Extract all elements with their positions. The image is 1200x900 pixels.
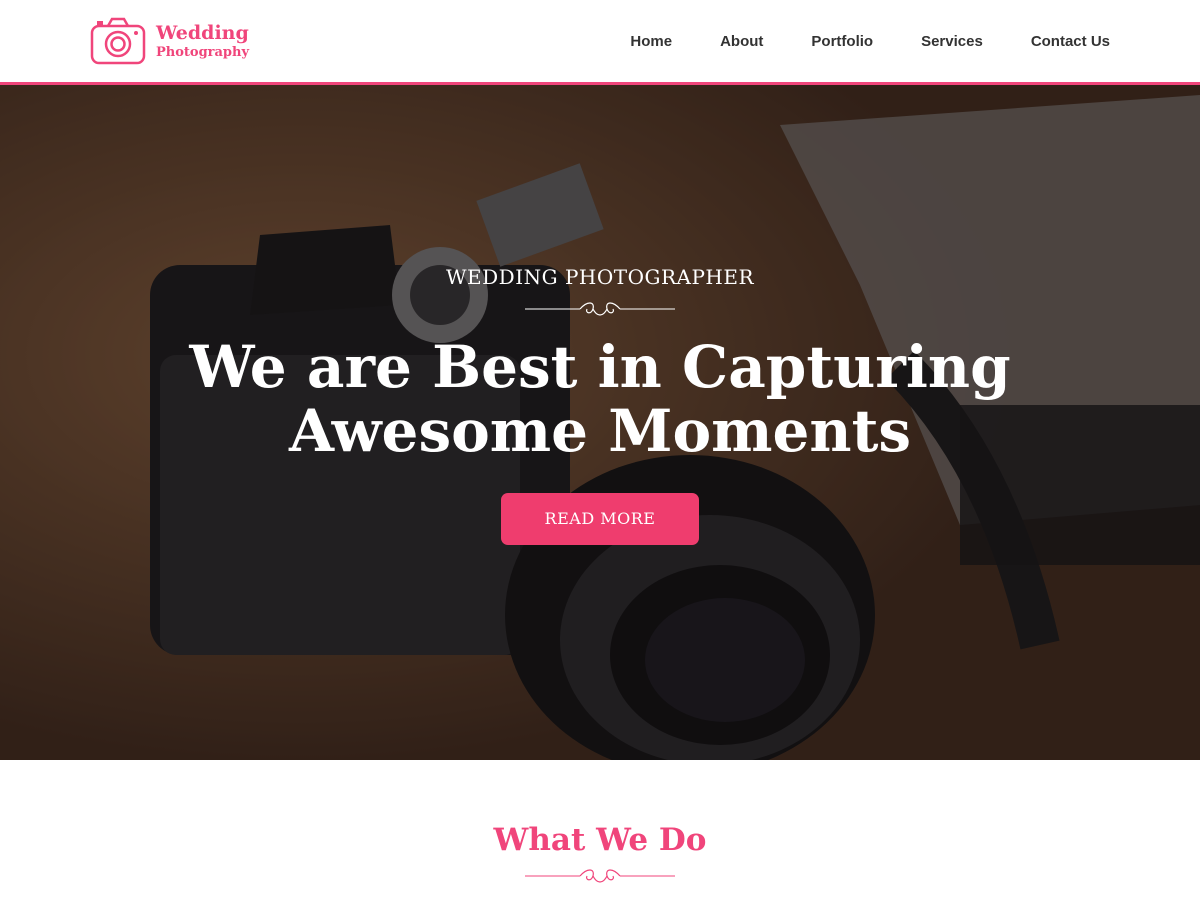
camera-icon: [90, 17, 146, 65]
hero-title: We are Best in Capturing Awesome Moments: [0, 335, 1200, 463]
hero-subtitle: WEDDING PHOTOGRAPHER: [445, 265, 755, 289]
site-header: Wedding Photography Home About Portfolio…: [0, 0, 1200, 85]
section-title: What We Do: [493, 822, 707, 858]
nav-about[interactable]: About: [720, 33, 763, 50]
hero-title-line2: Awesome Moments: [288, 397, 912, 465]
ornament-divider: [525, 302, 675, 316]
what-we-do-section: What We Do: [0, 760, 1200, 900]
logo-line1: Wedding: [156, 21, 249, 44]
nav-services[interactable]: Services: [921, 33, 983, 50]
logo-line2: Photography: [156, 44, 250, 60]
site-logo[interactable]: Wedding Photography: [90, 16, 270, 66]
ornament-divider: [525, 869, 675, 883]
nav-home[interactable]: Home: [630, 33, 672, 50]
hero-banner: WEDDING PHOTOGRAPHER We are Best in Capt…: [0, 85, 1200, 760]
hero-content: WEDDING PHOTOGRAPHER We are Best in Capt…: [0, 265, 1200, 545]
main-nav: Home About Portfolio Services Contact Us: [630, 33, 1110, 50]
logo-text: Wedding Photography: [156, 21, 250, 60]
nav-portfolio[interactable]: Portfolio: [811, 33, 873, 50]
read-more-button[interactable]: READ MORE: [501, 493, 699, 545]
hero-title-line1: We are Best in Capturing: [189, 333, 1011, 401]
nav-contact[interactable]: Contact Us: [1031, 33, 1110, 50]
